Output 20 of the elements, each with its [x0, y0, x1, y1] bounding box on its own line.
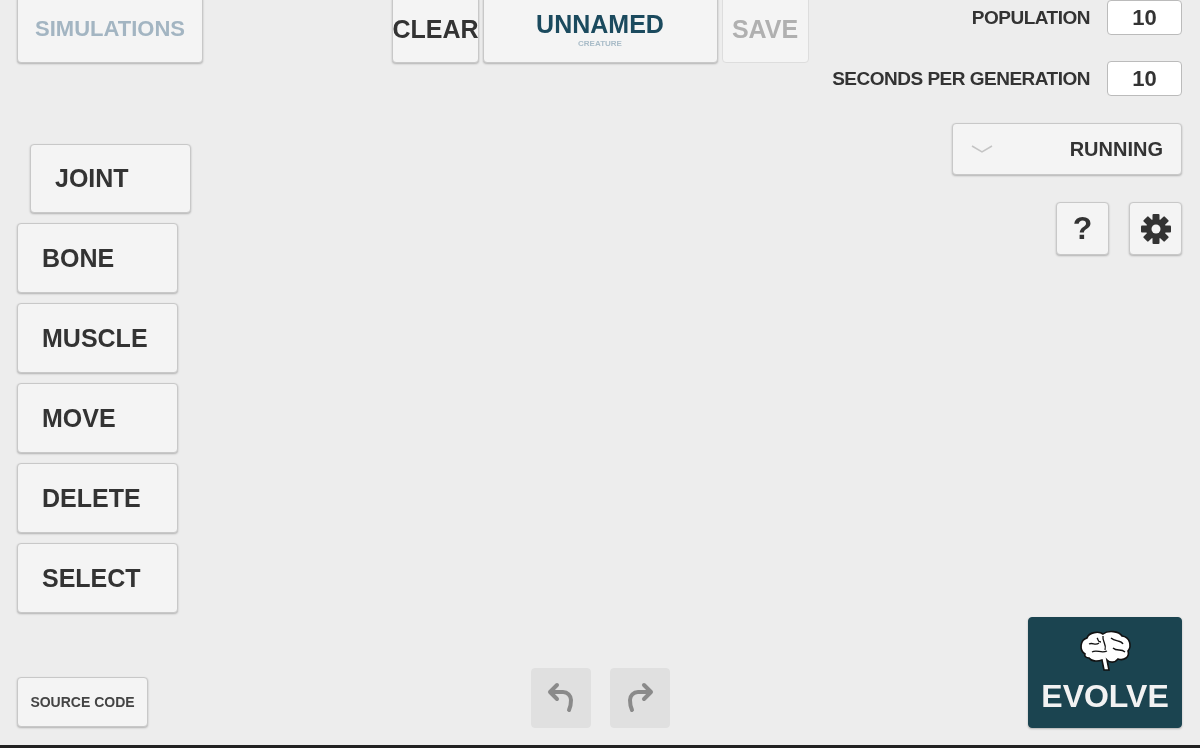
help-button[interactable]: ? — [1056, 202, 1109, 255]
tool-button[interactable]: JOINT — [30, 144, 191, 213]
clear-button[interactable]: CLEAR — [391, 0, 479, 63]
field-label: POPULATION — [971, 6, 1090, 29]
source-code-button[interactable]: SOURCE CODE — [17, 677, 148, 727]
tool-button[interactable]: BONE — [17, 223, 178, 293]
settings-button[interactable] — [1129, 202, 1182, 255]
mode-dropdown[interactable]: RUNNING — [952, 123, 1182, 175]
settings-icon — [1139, 212, 1172, 245]
tool-button[interactable]: MOVE — [17, 383, 178, 453]
number-field[interactable]: 10 — [1107, 0, 1182, 35]
tool-button[interactable]: SELECT — [17, 543, 178, 613]
tool-button[interactable]: MUSCLE — [17, 303, 178, 373]
brain-icon — [1077, 630, 1133, 672]
tool-button[interactable]: DELETE — [17, 463, 178, 533]
number-field[interactable]: 10 — [1107, 61, 1182, 96]
evolve-button[interactable]: EVOLVE — [1028, 617, 1182, 728]
chevron-down-icon — [971, 144, 993, 154]
field-label: SECONDS PER GENERATION — [832, 67, 1090, 90]
creature-name-button[interactable]: UNNAMED CREATURE — [482, 0, 718, 63]
